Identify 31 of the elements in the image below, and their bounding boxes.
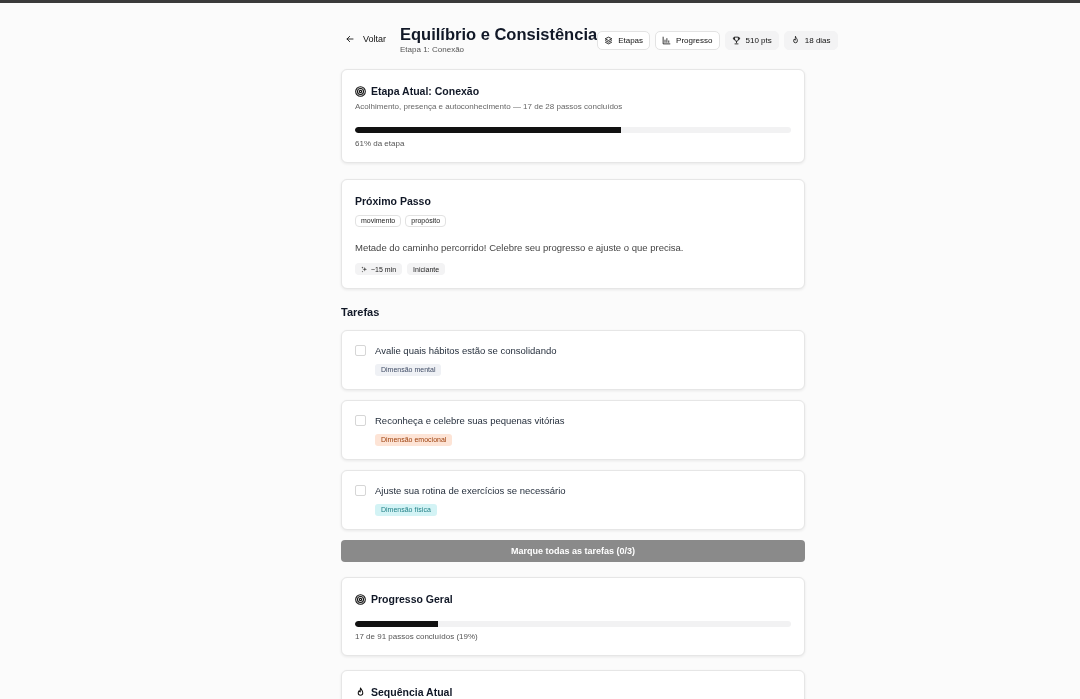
task-checkbox[interactable] — [355, 345, 366, 356]
card-title: Progresso Geral — [371, 592, 453, 607]
layers-icon — [604, 35, 614, 45]
target-icon — [355, 85, 366, 97]
task-label: Reconheça e celebre suas pequenas vitórias — [375, 414, 565, 427]
sparkles-icon — [361, 265, 368, 273]
points-chip: 510 pts — [724, 30, 779, 50]
section-heading: Tarefas — [341, 305, 381, 320]
stages-button[interactable]: Etapas — [597, 30, 651, 50]
arrow-left-icon — [346, 35, 354, 43]
task-checkbox[interactable] — [355, 415, 366, 426]
streak-chip: 18 dias — [783, 30, 838, 50]
trophy-icon — [731, 35, 741, 45]
next-step-text: Metade do caminho percorrido! Celebre seu progresso e ajuste o que precisa. — [355, 241, 685, 255]
card-title: Etapa Atual: Conexão — [371, 84, 480, 99]
flame-icon — [790, 35, 800, 45]
bar-chart-icon — [662, 35, 672, 45]
task-checkbox[interactable] — [355, 485, 366, 496]
target-icon — [355, 593, 366, 605]
stage-progress-caption: 61% da etapa — [355, 139, 406, 149]
progress-button[interactable]: Progresso — [655, 30, 720, 50]
page-title: Equilíbrio e Consistência — [400, 24, 598, 45]
task-label: Ajuste sua rotina de exercícios se necessário — [375, 484, 566, 497]
page-subtitle: Etapa 1: Conexão — [400, 45, 466, 55]
card-title: Sequência Atual — [371, 685, 453, 699]
back-button[interactable]: Voltar — [341, 29, 391, 49]
stage-description: Acolhimento, presença e autoconhecimento — 17 de 28 passos concluídos — [355, 102, 624, 112]
overall-progress-caption: 17 de 91 passos concluídos (19%) — [355, 632, 479, 642]
flame-icon — [355, 686, 366, 698]
card-title: Próximo Passo — [355, 194, 431, 209]
task-label: Avalie quais hábitos estão se consolidando — [375, 344, 557, 357]
